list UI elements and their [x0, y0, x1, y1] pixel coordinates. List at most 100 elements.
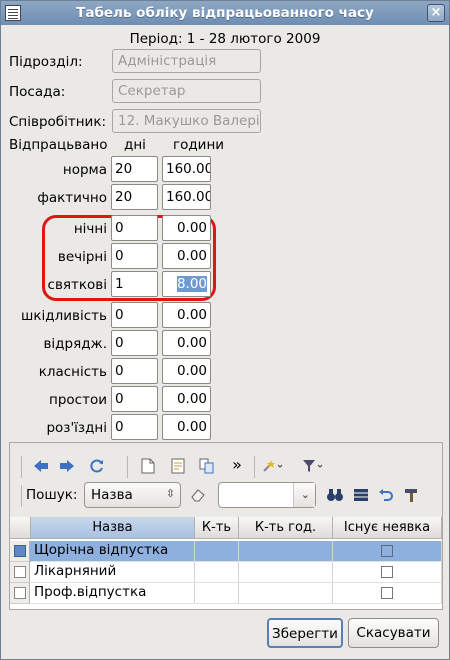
trip-days-input[interactable]: 0 — [111, 330, 158, 356]
norm-days-input[interactable]: 20 — [111, 156, 158, 182]
cell-count[interactable] — [195, 583, 239, 604]
absence-checkbox[interactable] — [381, 566, 393, 578]
actual-hours-input[interactable]: 160.00 — [162, 184, 211, 210]
row-label-harmful: шкідливість — [21, 308, 107, 324]
new-document-icon[interactable] — [137, 455, 159, 477]
search-field-select[interactable]: Назва ⇳ — [84, 482, 181, 508]
toolbar-separator — [127, 456, 128, 478]
search-grip — [21, 485, 22, 507]
filter-dropdown-icon[interactable] — [302, 455, 324, 477]
row-header[interactable] — [10, 583, 30, 604]
harmful-hours-input[interactable]: 0.00 — [162, 302, 211, 328]
tools-hammer-icon[interactable] — [400, 484, 422, 506]
row-label-actual: фактично — [37, 190, 107, 206]
cell-absence[interactable] — [333, 562, 442, 583]
worked-label: Відпрацьвано — [9, 137, 108, 153]
table-row[interactable]: Щорічна відпустка — [10, 541, 442, 562]
save-button[interactable]: Зберегти — [267, 618, 343, 648]
row-selector — [14, 587, 26, 599]
hours-column-label: години — [173, 137, 225, 153]
norm-hours-input[interactable]: 160.00 — [162, 156, 211, 182]
undo-icon[interactable] — [375, 484, 397, 506]
cell-name[interactable]: Проф.відпустка — [31, 583, 195, 604]
toolbar-separator-2 — [254, 456, 255, 478]
row-label-norm: норма — [62, 162, 107, 178]
position-label: Посада: — [9, 84, 66, 100]
back-arrow-icon[interactable] — [30, 455, 52, 477]
row-selector — [14, 545, 26, 557]
position-field: Секретар — [112, 79, 261, 103]
trip-hours-input[interactable]: 0.00 — [162, 330, 211, 356]
cell-count[interactable] — [195, 562, 239, 583]
search-field-value: Назва — [91, 487, 133, 503]
cancel-button[interactable]: Скасувати — [348, 618, 439, 648]
class-days-input[interactable]: 0 — [111, 358, 158, 384]
table-row[interactable]: Лікарняний — [10, 562, 442, 583]
night-hours-input[interactable]: 0.00 — [162, 215, 211, 241]
row-label-idle: простои — [49, 392, 107, 408]
idle-days-input[interactable]: 0 — [111, 386, 158, 412]
table-view-icon[interactable] — [350, 484, 372, 506]
evening-days-input[interactable]: 0 — [111, 243, 158, 269]
row-header[interactable] — [10, 562, 30, 583]
department-label: Підрозділ: — [9, 54, 83, 70]
row-label-travel: роз'їздні — [46, 420, 107, 436]
evening-hours-input[interactable]: 0.00 — [162, 243, 211, 269]
row-label-evening: вечірні — [57, 249, 107, 265]
timesheet-dialog: Табель обліку відпрацьованного часу × Пе… — [0, 0, 450, 660]
holiday-hours-input[interactable]: 8.00 — [162, 271, 211, 297]
column-header-absence[interactable]: Існує неявка — [333, 517, 442, 539]
copy-document-icon[interactable] — [196, 455, 218, 477]
cell-hours[interactable] — [239, 562, 333, 583]
department-field: Адміністрація — [112, 49, 261, 73]
absence-table: Назва К-ть К-ть год. Існує неявка Щорічн… — [10, 517, 442, 609]
holiday-hours-selected-text: 8.00 — [176, 276, 207, 292]
idle-hours-input[interactable]: 0.00 — [162, 386, 211, 412]
employee-field: 12. Макушко Валерія — [112, 109, 261, 133]
night-days-input[interactable]: 0 — [111, 215, 158, 241]
cell-count[interactable] — [195, 541, 239, 562]
title-bar[interactable]: Табель обліку відпрацьованного часу × — [1, 1, 449, 25]
absence-panel: » Пошук: Назва ⇳ ⌄ Назва К-ть К-ть год. … — [9, 442, 443, 610]
cell-name[interactable]: Щорічна відпустка — [31, 541, 195, 562]
row-label-night: нічні — [73, 221, 107, 237]
edit-document-icon[interactable] — [167, 455, 189, 477]
cell-absence[interactable] — [333, 541, 442, 562]
search-input[interactable]: ⌄ — [218, 482, 316, 508]
row-label-class: класність — [38, 364, 107, 380]
days-column-label: дні — [124, 137, 146, 153]
column-header-count[interactable]: К-ть — [195, 517, 239, 539]
cell-hours[interactable] — [239, 541, 333, 562]
refresh-icon[interactable] — [86, 455, 108, 477]
travel-days-input[interactable]: 0 — [111, 414, 158, 440]
updown-arrows-icon: ⇳ — [165, 487, 175, 500]
table-row[interactable]: Проф.відпустка — [10, 583, 442, 604]
absence-checkbox[interactable] — [381, 587, 393, 599]
tools-dropdown-icon[interactable] — [262, 455, 284, 477]
class-hours-input[interactable]: 0.00 — [162, 358, 211, 384]
row-label-trip: відрядж. — [43, 336, 107, 352]
column-header-hours[interactable]: К-ть год. — [239, 517, 333, 539]
cell-absence[interactable] — [333, 583, 442, 604]
cell-name[interactable]: Лікарняний — [31, 562, 195, 583]
more-tools-button[interactable]: » — [226, 453, 248, 475]
chevron-down-icon: ⌄ — [300, 488, 310, 501]
row-header[interactable] — [10, 541, 30, 562]
binoculars-icon[interactable] — [324, 484, 346, 506]
close-button[interactable]: × — [427, 4, 445, 22]
window-title: Табель обліку відпрацьованного часу — [76, 5, 374, 21]
holiday-days-input[interactable]: 1 — [111, 271, 158, 297]
harmful-days-input[interactable]: 0 — [111, 302, 158, 328]
absence-checkbox[interactable] — [381, 545, 393, 557]
cell-hours[interactable] — [239, 583, 333, 604]
search-label: Пошук: — [26, 487, 78, 503]
clear-eraser-icon[interactable] — [187, 484, 209, 506]
row-selector — [14, 566, 26, 578]
travel-hours-input[interactable]: 0.00 — [162, 414, 211, 440]
employee-label: Співробітник: — [9, 114, 107, 130]
column-header-name[interactable]: Назва — [31, 517, 195, 539]
actual-days-input[interactable]: 20 — [111, 184, 158, 210]
forward-arrow-icon[interactable] — [56, 455, 78, 477]
table-corner — [10, 517, 31, 539]
toolbar-grip — [21, 456, 22, 478]
